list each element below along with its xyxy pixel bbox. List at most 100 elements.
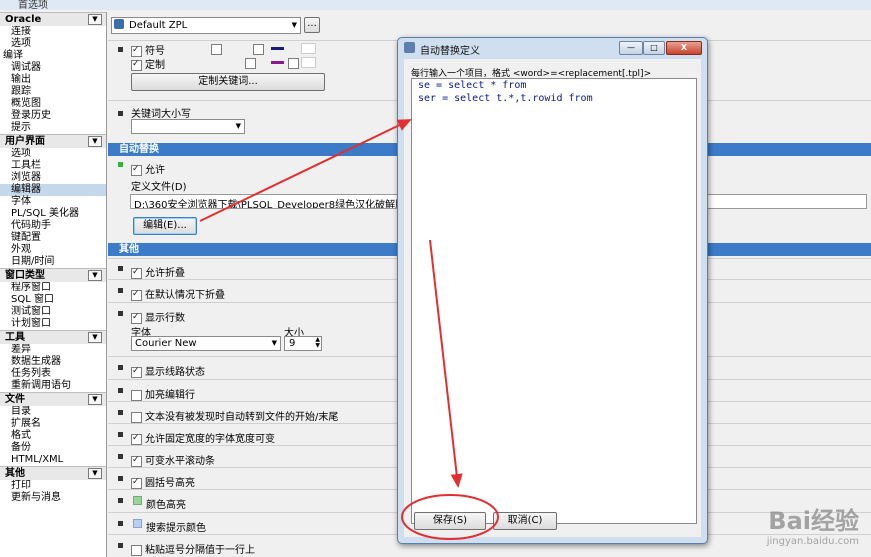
edit-button[interactable]: 编辑(E)... bbox=[133, 217, 197, 235]
show-line-numbers-label: 显示行数 bbox=[145, 313, 185, 324]
cancel-button[interactable]: 取消(C) bbox=[493, 512, 557, 530]
sidebar-item[interactable]: 备份 bbox=[0, 442, 106, 454]
dialog-title: 自动替换定义 bbox=[420, 46, 480, 57]
fold-default-checkbox[interactable] bbox=[131, 289, 142, 301]
dialog-body: 每行输入一个项目，格式 <word>=<replacement[.tpl]> s… bbox=[404, 59, 701, 537]
line-number-font-value: Courier New bbox=[135, 338, 197, 349]
sidebar-item[interactable]: 任务列表 bbox=[0, 368, 106, 380]
sidebar-item[interactable]: 提示 bbox=[0, 122, 106, 134]
custom-italic-checkbox[interactable] bbox=[287, 58, 299, 69]
close-button[interactable]: X bbox=[666, 41, 702, 55]
sidebar-group-header[interactable]: 其他 ▼ bbox=[0, 466, 106, 480]
sidebar-item[interactable]: 格式 bbox=[0, 430, 106, 442]
symbol-bold-checkbox[interactable] bbox=[211, 44, 222, 55]
auto-replace-enable-row: 允许 bbox=[131, 161, 165, 176]
item-marker bbox=[118, 266, 123, 271]
line-number-font-select[interactable]: Courier New ▼ bbox=[131, 336, 281, 351]
sidebar-group-label: Oracle bbox=[5, 14, 42, 25]
sidebar-item[interactable]: 概览图 bbox=[0, 98, 106, 110]
bracket-highlight-checkbox[interactable] bbox=[131, 477, 142, 489]
sidebar-item[interactable]: PL/SQL 美化器 bbox=[0, 208, 106, 220]
sidebar-item[interactable]: 工具栏 bbox=[0, 160, 106, 172]
profile-more-button[interactable]: ... bbox=[304, 17, 320, 33]
sidebar-item[interactable]: 外观 bbox=[0, 244, 106, 256]
collapse-toggle-icon[interactable]: ▼ bbox=[88, 136, 102, 147]
sidebar-item[interactable]: 扩展名 bbox=[0, 418, 106, 430]
watermark: Bai经验 jingyan.baidu.com bbox=[767, 501, 859, 547]
sidebar-group-header[interactable]: 窗口类型 ▼ bbox=[0, 268, 106, 282]
sidebar-group-label: 其他 bbox=[5, 468, 25, 479]
sidebar-item[interactable]: 输出 bbox=[0, 74, 106, 86]
show-gutter-checkbox[interactable] bbox=[131, 366, 142, 378]
sidebar-item[interactable]: 键配置 bbox=[0, 232, 106, 244]
search-color-swatch[interactable] bbox=[133, 519, 142, 528]
item-marker bbox=[118, 365, 123, 370]
sidebar-item[interactable]: 连接 bbox=[0, 26, 106, 38]
symbol-italic-checkbox[interactable] bbox=[253, 44, 265, 55]
paste-comma-checkbox[interactable] bbox=[131, 544, 142, 556]
sidebar-item[interactable]: 差异 bbox=[0, 344, 106, 356]
sidebar-item[interactable]: 计划窗口 bbox=[0, 318, 106, 330]
sidebar-item[interactable]: 浏览器 bbox=[0, 172, 106, 184]
sidebar-item[interactable]: 登录历史 bbox=[0, 110, 106, 122]
custom-color-swatch[interactable] bbox=[271, 61, 284, 64]
fixed-width-checkbox[interactable] bbox=[131, 433, 142, 445]
sidebar-item[interactable]: 日期/时间 bbox=[0, 256, 106, 268]
stepper-arrows-icon[interactable]: ▲ ▼ bbox=[315, 337, 320, 349]
color-highlight-swatch[interactable] bbox=[133, 496, 142, 505]
sidebar-item[interactable]: 调试器 bbox=[0, 62, 106, 74]
highlight-line-checkbox[interactable] bbox=[131, 389, 142, 401]
sidebar-item[interactable]: 字体 bbox=[0, 196, 106, 208]
custom-checkbox[interactable] bbox=[131, 59, 142, 71]
symbol-color-swatch[interactable] bbox=[271, 47, 284, 50]
line-number-size-stepper[interactable]: 9 ▲ ▼ bbox=[284, 336, 322, 351]
sidebar-item[interactable]: 重新调用语句 bbox=[0, 380, 106, 392]
sidebar-item[interactable]: 代码助手 bbox=[0, 220, 106, 232]
custom-bg-swatch[interactable] bbox=[301, 57, 316, 68]
sidebar-item[interactable]: 编辑器 bbox=[0, 184, 106, 196]
replacement-definitions-editor[interactable]: se = select * from ser = select t.*,t.ro… bbox=[411, 78, 697, 524]
profile-select[interactable]: Default ZPL ▼ bbox=[111, 17, 301, 34]
sidebar-group-header[interactable]: 用户界面 ▼ bbox=[0, 134, 106, 148]
highlight-line-label: 加亮编辑行 bbox=[145, 390, 195, 401]
sidebar-item[interactable]: 打印 bbox=[0, 480, 106, 492]
sidebar-item[interactable]: 编译 bbox=[0, 50, 106, 62]
symbol-bg-swatch[interactable] bbox=[301, 43, 316, 54]
minimize-button[interactable]: — bbox=[619, 41, 643, 55]
sidebar-item[interactable]: 测试窗口 bbox=[0, 306, 106, 318]
chevron-down-icon: ▼ bbox=[291, 21, 297, 29]
allow-folding-checkbox[interactable] bbox=[131, 267, 142, 279]
maximize-button[interactable]: □ bbox=[643, 41, 665, 55]
sidebar-group-header[interactable]: 工具 ▼ bbox=[0, 330, 106, 344]
h-scroll-checkbox[interactable] bbox=[131, 455, 142, 467]
sidebar-group-header[interactable]: 文件 ▼ bbox=[0, 392, 106, 406]
collapse-toggle-icon[interactable]: ▼ bbox=[88, 468, 102, 479]
item-marker bbox=[118, 111, 123, 116]
sidebar-group-label: 文件 bbox=[5, 394, 25, 405]
sidebar-item[interactable]: HTML/XML bbox=[0, 454, 106, 466]
collapse-toggle-icon[interactable]: ▼ bbox=[88, 14, 102, 25]
collapse-toggle-icon[interactable]: ▼ bbox=[88, 332, 102, 343]
sidebar-item[interactable]: 数据生成器 bbox=[0, 356, 106, 368]
sidebar-item[interactable]: 程序窗口 bbox=[0, 282, 106, 294]
show-line-numbers-checkbox[interactable] bbox=[131, 312, 142, 324]
cursor-wrap-checkbox[interactable] bbox=[131, 411, 142, 423]
save-button[interactable]: 保存(S) bbox=[414, 512, 486, 530]
sidebar-item[interactable]: 选项 bbox=[0, 148, 106, 160]
dialog-app-icon bbox=[404, 42, 415, 53]
auto-replace-enable-checkbox[interactable] bbox=[131, 164, 142, 176]
keyword-case-select[interactable]: ▼ bbox=[131, 119, 245, 134]
sidebar-item[interactable]: 目录 bbox=[0, 406, 106, 418]
collapse-toggle-icon[interactable]: ▼ bbox=[88, 270, 102, 281]
sidebar-item[interactable]: 跟踪 bbox=[0, 86, 106, 98]
item-marker bbox=[118, 47, 123, 52]
sidebar-group-header[interactable]: Oracle ▼ bbox=[0, 12, 106, 26]
symbol-checkbox[interactable] bbox=[131, 45, 142, 57]
sidebar-item[interactable]: 更新与消息 bbox=[0, 492, 106, 504]
collapse-toggle-icon[interactable]: ▼ bbox=[88, 394, 102, 405]
custom-bold-checkbox[interactable] bbox=[245, 58, 257, 69]
sidebar-group-label: 窗口类型 bbox=[5, 270, 45, 281]
define-keywords-button[interactable]: 定制关键词... bbox=[131, 73, 325, 91]
sidebar-item[interactable]: SQL 窗口 bbox=[0, 294, 106, 306]
sidebar-item[interactable]: 选项 bbox=[0, 38, 106, 50]
